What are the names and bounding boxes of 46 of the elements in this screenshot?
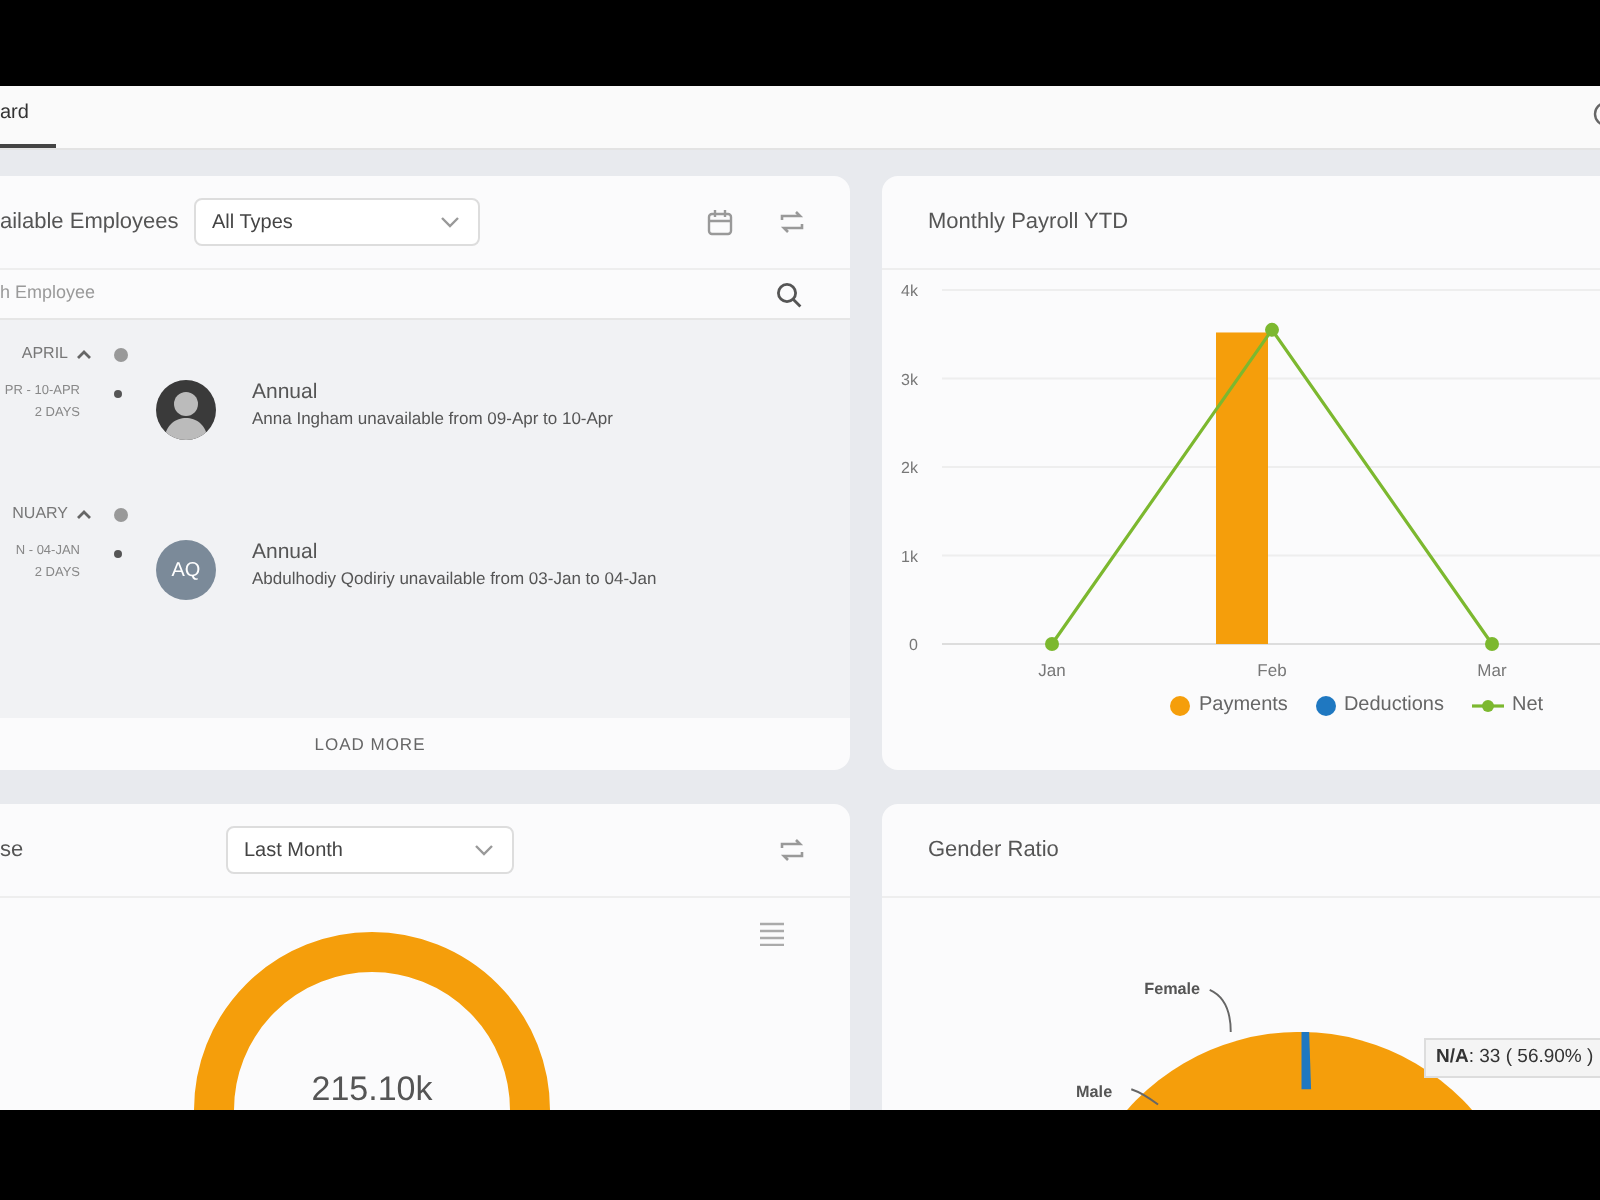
chevron-down-icon	[472, 840, 496, 860]
tab[interactable]: ard	[0, 98, 57, 148]
search-icon[interactable]	[776, 281, 802, 307]
avatar-initials: AQ	[156, 540, 216, 600]
timeline-dot-icon	[113, 347, 127, 361]
panel-title: ailable Employees	[0, 207, 181, 238]
timeline-dot-icon	[113, 507, 127, 521]
axis-tick-label: 3k	[901, 370, 918, 389]
search-field[interactable]: h Employee	[0, 280, 400, 308]
leave-description: Abdulhodiy Qodiriy unavailable from 03-Jan to 04-Jan	[252, 565, 657, 591]
leave-type: Annual	[252, 540, 320, 566]
panel-title: se	[0, 835, 26, 866]
chevron-down-icon	[438, 212, 462, 232]
legend-label[interactable]: Payments	[1198, 690, 1288, 720]
legend-marker-icon	[1471, 695, 1504, 715]
panel-title: Gender Ratio	[928, 835, 1059, 866]
axis-category-label: Feb	[1257, 660, 1287, 680]
legend-marker-icon	[1170, 695, 1191, 715]
caret-up-icon[interactable]	[76, 507, 92, 521]
month-label[interactable]: NUARY	[12, 502, 68, 526]
axis-tick-label: 0	[909, 636, 918, 654]
refresh-icon[interactable]	[778, 208, 806, 236]
panel-title: Monthly Payroll YTD	[928, 207, 1129, 238]
leave-type: Annual	[252, 380, 320, 406]
chart-tooltip: N/A: 33 ( 56.90% )	[1424, 1038, 1600, 1079]
leave-description: Anna Ingham unavailable from 09-Apr to 10-Apr	[252, 405, 613, 431]
avatar-silhouette	[156, 380, 216, 440]
refresh-icon[interactable]	[778, 836, 806, 864]
axis-tick-label: 1k	[901, 547, 918, 566]
timeline-dot-icon	[114, 390, 122, 398]
type-dropdown[interactable]: All Types	[194, 198, 480, 246]
legend-label[interactable]: Net	[1511, 690, 1544, 720]
axis-tick-label: 2k	[901, 459, 918, 477]
legend-label[interactable]: Deductions	[1343, 690, 1444, 720]
timeline-dot-icon	[114, 550, 122, 558]
axis-category-label: Jan	[1038, 660, 1066, 680]
caret-up-icon[interactable]	[76, 347, 92, 361]
axis-tick-label: 4k	[901, 282, 918, 300]
period-dropdown[interactable]: Last Month	[226, 826, 514, 874]
donut-total: 215.10k	[311, 1070, 433, 1108]
leader-line	[1208, 988, 1232, 1033]
calendar-icon[interactable]	[706, 208, 734, 236]
leader-line	[1130, 1088, 1160, 1106]
axis-category-label: Mar	[1477, 660, 1507, 680]
legend-marker-icon	[1315, 695, 1336, 715]
month-label[interactable]: APRIL	[21, 342, 68, 366]
